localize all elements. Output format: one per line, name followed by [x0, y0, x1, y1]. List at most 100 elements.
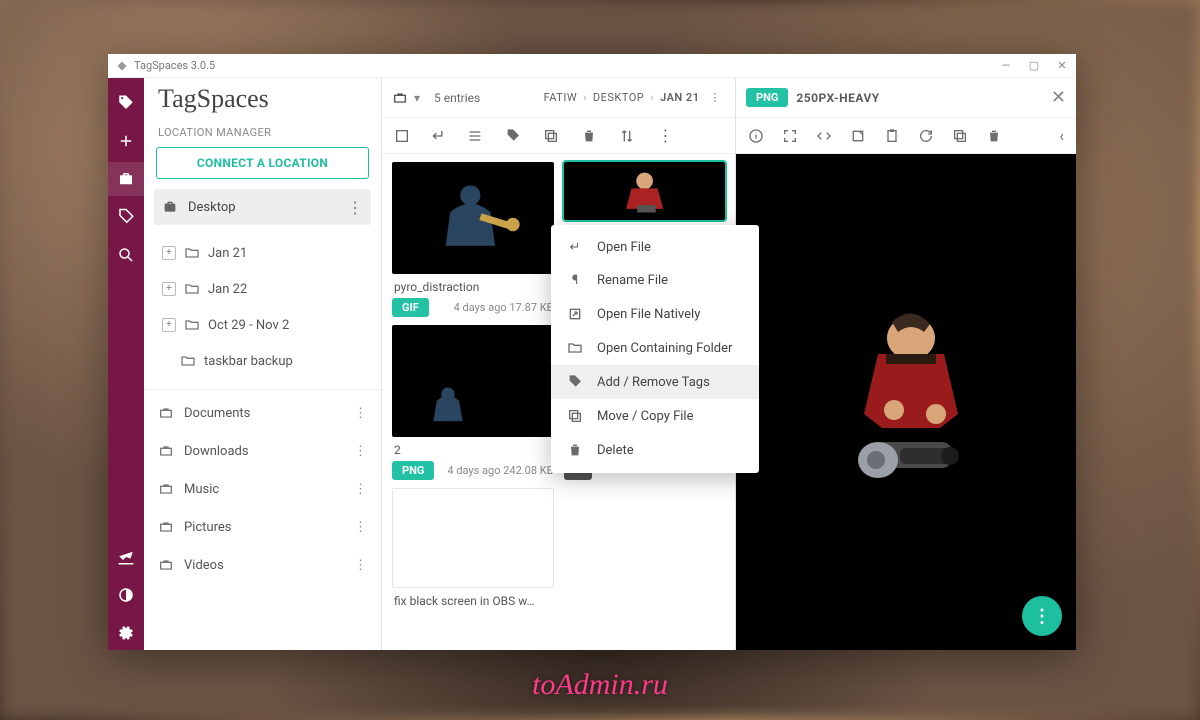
- file-name: pyro_distraction: [392, 274, 554, 298]
- rail-settings[interactable]: [108, 616, 144, 650]
- expand-icon[interactable]: +: [162, 282, 176, 296]
- tree-label: Jan 22: [208, 282, 247, 297]
- crumb-current[interactable]: JAN 21: [660, 91, 699, 104]
- menu-label: Open Containing Folder: [597, 341, 732, 356]
- file-meta: 4 days ago 242.08 KB: [447, 464, 553, 477]
- preview-panel: PNG 250PX-HEAVY ✕ ‹: [736, 78, 1076, 650]
- preview-header: PNG 250PX-HEAVY ✕: [736, 78, 1076, 118]
- rail-tag-outline[interactable]: [108, 200, 144, 234]
- location-label: Music: [184, 482, 219, 497]
- location-item[interactable]: Music ⋮: [144, 470, 381, 508]
- briefcase-icon: [392, 90, 408, 106]
- briefcase-icon: [158, 481, 174, 497]
- enter-button[interactable]: ↵: [432, 126, 445, 145]
- menu-open-folder[interactable]: Open Containing Folder: [551, 331, 759, 365]
- trash-icon: [567, 442, 583, 458]
- rail-add[interactable]: [108, 124, 144, 158]
- location-label: Downloads: [184, 444, 249, 459]
- copy-button[interactable]: [543, 128, 559, 144]
- close-preview-button[interactable]: ✕: [1051, 87, 1066, 108]
- tree-item[interactable]: + Jan 21: [144, 235, 381, 271]
- chevron-left-icon[interactable]: ‹: [1059, 126, 1064, 145]
- location-item[interactable]: Videos ⋮: [144, 546, 381, 584]
- refresh-button[interactable]: [918, 128, 934, 144]
- location-item[interactable]: Documents ⋮: [144, 394, 381, 432]
- location-item[interactable]: Pictures ⋮: [144, 508, 381, 546]
- tree-item[interactable]: taskbar backup: [144, 343, 381, 379]
- window-minimize[interactable]: —: [1000, 59, 1012, 72]
- more-button[interactable]: ⋮: [657, 126, 673, 145]
- rail-search[interactable]: [108, 238, 144, 272]
- preview-image: [816, 292, 996, 512]
- context-menu: ↵ Open File ¶ Rename File Open File Nati…: [551, 225, 759, 473]
- location-more[interactable]: ⋮: [354, 406, 367, 421]
- nav-rail: [108, 78, 144, 650]
- expand-icon[interactable]: +: [162, 246, 176, 260]
- open-external-button[interactable]: [850, 128, 866, 144]
- tag-icon: [567, 374, 583, 390]
- active-location[interactable]: Desktop ⋮: [154, 189, 371, 225]
- sort-button[interactable]: [619, 128, 635, 144]
- menu-move-copy[interactable]: Move / Copy File: [551, 399, 759, 433]
- filetype-badge: GIF: [392, 298, 429, 317]
- briefcase-icon: [117, 170, 135, 188]
- rail-locations[interactable]: [108, 162, 144, 196]
- connect-location-button[interactable]: CONNECT A LOCATION: [156, 147, 369, 179]
- breadcrumb-more[interactable]: ⋮: [706, 91, 726, 104]
- contrast-icon: [117, 586, 135, 604]
- list-view-button[interactable]: [467, 128, 483, 144]
- window-close[interactable]: ✕: [1056, 59, 1068, 72]
- clipboard-button[interactable]: [884, 128, 900, 144]
- titlebar: TagSpaces 3.0.5 — ▢ ✕: [108, 54, 1076, 78]
- brand-logo: TagSpaces: [144, 78, 381, 116]
- fab-button[interactable]: ⋮: [1022, 596, 1062, 636]
- location-more[interactable]: ⋮: [354, 482, 367, 497]
- location-more[interactable]: ⋮: [354, 558, 367, 573]
- file-card[interactable]: pyro_distraction GIF 4 days ago 17.87 KB: [392, 162, 554, 317]
- window-maximize[interactable]: ▢: [1028, 59, 1040, 72]
- menu-add-remove-tags[interactable]: Add / Remove Tags: [551, 365, 759, 399]
- chevron-down-icon[interactable]: ▾: [414, 91, 420, 105]
- tag-icon: [117, 94, 135, 112]
- file-meta: 4 days ago 17.87 KB: [454, 301, 554, 314]
- info-button[interactable]: [748, 128, 764, 144]
- file-panel-header: ▾ 5 entries FATIW › DESKTOP › JAN 21 ⋮: [382, 78, 735, 118]
- menu-delete[interactable]: Delete: [551, 433, 759, 467]
- select-all-button[interactable]: [394, 128, 410, 144]
- active-location-more[interactable]: ⋮: [347, 198, 363, 217]
- tree-label: Oct 29 - Nov 2: [208, 318, 289, 333]
- rail-theme[interactable]: [108, 578, 144, 612]
- tree-item[interactable]: + Oct 29 - Nov 2: [144, 307, 381, 343]
- menu-label: Delete: [597, 443, 634, 458]
- delete-button[interactable]: [581, 128, 597, 144]
- menu-open-natively[interactable]: Open File Natively: [551, 297, 759, 331]
- rail-tags[interactable]: [108, 86, 144, 120]
- briefcase-icon: [158, 519, 174, 535]
- thumbnail: [564, 162, 726, 220]
- location-more[interactable]: ⋮: [354, 444, 367, 459]
- tree-item[interactable]: + Jan 22: [144, 271, 381, 307]
- menu-rename-file[interactable]: ¶ Rename File: [551, 264, 759, 297]
- settings-icon: [117, 624, 135, 642]
- watermark: toAdmin.ru: [532, 668, 668, 702]
- folder-icon: [184, 317, 200, 333]
- location-more[interactable]: ⋮: [354, 520, 367, 535]
- external-icon: [567, 306, 583, 322]
- location-label: Documents: [184, 406, 250, 421]
- crumb[interactable]: FATIW: [544, 91, 577, 104]
- copy-button[interactable]: [952, 128, 968, 144]
- rail-flight[interactable]: [108, 540, 144, 574]
- location-list: Documents ⋮ Downloads ⋮ Music ⋮ Pictures…: [144, 389, 381, 584]
- expand-icon[interactable]: +: [162, 318, 176, 332]
- location-item[interactable]: Downloads ⋮: [144, 432, 381, 470]
- menu-open-file[interactable]: ↵ Open File: [551, 231, 759, 264]
- outline-tag-icon: [117, 208, 135, 226]
- tag-button[interactable]: [505, 128, 521, 144]
- crumb[interactable]: DESKTOP: [593, 91, 644, 104]
- fullscreen-button[interactable]: [782, 128, 798, 144]
- code-button[interactable]: [816, 128, 832, 144]
- delete-button[interactable]: [986, 128, 1002, 144]
- file-card[interactable]: 2 PNG 4 days ago 242.08 KB: [392, 325, 554, 480]
- breadcrumbs: FATIW › DESKTOP › JAN 21 ⋮: [544, 91, 725, 104]
- file-card[interactable]: fix black screen in OBS w…: [392, 488, 554, 612]
